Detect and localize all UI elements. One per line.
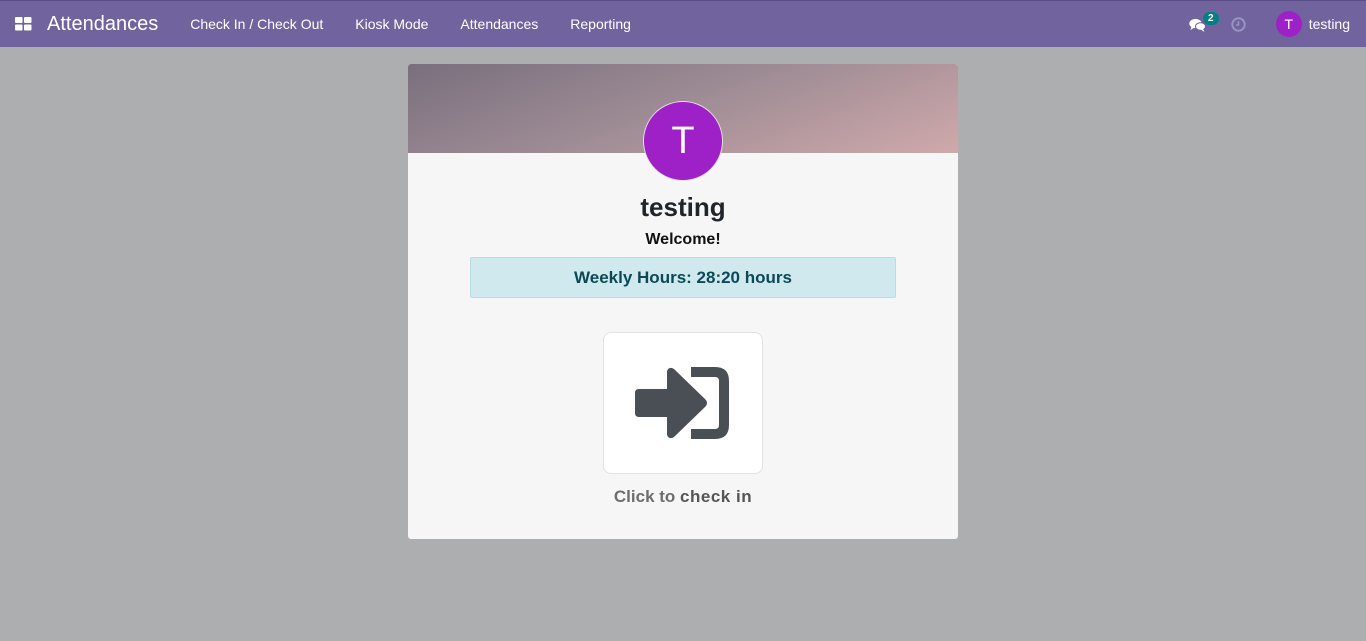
check-in-caption-prefix: Click to bbox=[613, 487, 676, 506]
activities-button[interactable] bbox=[1221, 1, 1257, 47]
attendance-card: T testing Welcome! Weekly Hours: 28:20 h… bbox=[408, 64, 958, 539]
weekly-hours-text: Weekly Hours: 28:20 hours bbox=[574, 267, 792, 287]
weekly-hours-info: Weekly Hours: 28:20 hours bbox=[470, 257, 896, 298]
check-in-caption: Click to check in bbox=[408, 487, 958, 507]
menu-check-in-check-out[interactable]: Check In / Check Out bbox=[174, 1, 339, 47]
check-in-caption-action: check in bbox=[680, 487, 753, 506]
employee-avatar: T bbox=[643, 101, 723, 181]
messages-button[interactable]: 2 bbox=[1181, 1, 1221, 47]
menu-reporting[interactable]: Reporting bbox=[554, 1, 647, 47]
app-title[interactable]: Attendances bbox=[47, 13, 158, 36]
user-menu[interactable]: T testing bbox=[1257, 1, 1366, 47]
systray: 2 T testing bbox=[1181, 1, 1366, 47]
welcome-message: Welcome! bbox=[645, 231, 721, 248]
sign-in-icon bbox=[635, 367, 729, 439]
menu-kiosk-mode[interactable]: Kiosk Mode bbox=[339, 1, 444, 47]
menu-attendances[interactable]: Attendances bbox=[444, 1, 554, 47]
employee-name: testing bbox=[640, 192, 726, 222]
user-avatar: T bbox=[1275, 11, 1302, 37]
top-navbar: Attendances Check In / Check Out Kiosk M… bbox=[0, 0, 1366, 47]
app-menu-icon[interactable] bbox=[0, 1, 46, 47]
user-name: testing bbox=[1308, 16, 1350, 32]
clock-icon bbox=[1231, 16, 1246, 32]
messages-count-badge: 2 bbox=[1202, 12, 1219, 25]
check-in-button[interactable] bbox=[603, 332, 763, 474]
